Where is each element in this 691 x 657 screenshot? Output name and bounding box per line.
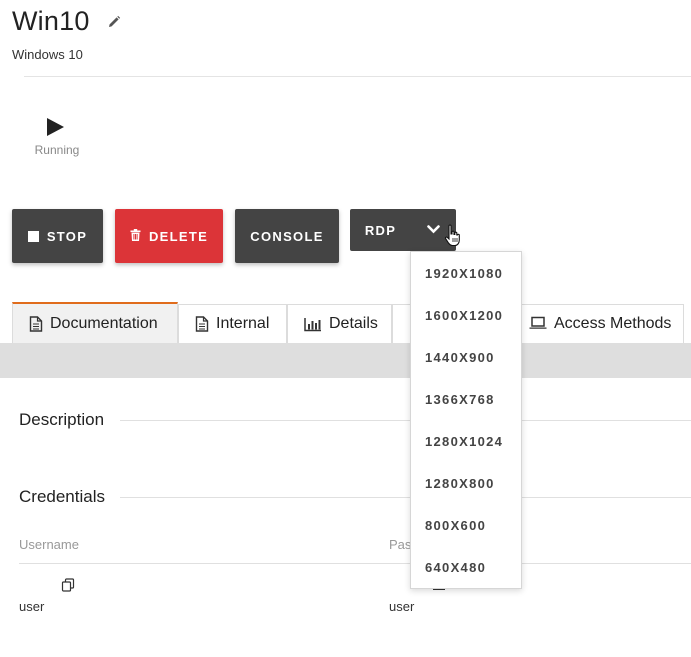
page-title: Win10 xyxy=(12,6,90,36)
page-subtitle: Windows 10 xyxy=(12,47,83,62)
play-icon xyxy=(47,118,64,136)
document-icon xyxy=(195,316,209,332)
stop-icon xyxy=(27,230,39,242)
laptop-icon xyxy=(529,316,547,332)
console-button[interactable]: CONSOLE xyxy=(235,209,339,263)
tab-access-methods[interactable]: Access Methods xyxy=(512,304,684,343)
credentials-header-divider xyxy=(19,563,691,564)
tab-internal[interactable]: Internal xyxy=(178,304,287,343)
rdp-resolution-menu: 1920X1080 1600X1200 1440X900 1366X768 12… xyxy=(410,251,522,589)
password-column-header: Pas xyxy=(389,537,412,552)
tab-access-methods-label: Access Methods xyxy=(554,315,672,332)
menu-item-1440x900[interactable]: 1440X900 xyxy=(411,336,521,378)
status-label: Running xyxy=(34,143,80,157)
rdp-button-label: RDP xyxy=(364,222,397,238)
copy-username-button[interactable] xyxy=(61,578,75,597)
menu-item-1280x1024[interactable]: 1280X1024 xyxy=(411,420,521,462)
stop-button-label: STOP xyxy=(46,228,88,244)
credentials-divider xyxy=(120,497,691,498)
tab-details[interactable]: Details xyxy=(287,304,392,343)
delete-button-label: DELETE xyxy=(148,228,209,244)
copy-icon xyxy=(61,578,75,596)
description-divider xyxy=(120,420,691,421)
tab-documentation-label: Documentation xyxy=(50,314,158,332)
description-title: Description xyxy=(19,410,117,430)
menu-item-1280x800[interactable]: 1280X800 xyxy=(411,462,521,504)
username-column-header: Username xyxy=(19,537,79,552)
menu-item-1920x1080[interactable]: 1920X1080 xyxy=(411,252,521,294)
bar-chart-icon xyxy=(304,316,322,332)
hand-cursor-icon xyxy=(444,224,462,253)
tab-internal-label: Internal xyxy=(216,315,270,332)
menu-item-800x600[interactable]: 800X600 xyxy=(411,504,521,546)
delete-button[interactable]: DELETE xyxy=(115,209,223,263)
document-icon xyxy=(29,315,43,332)
password-value: user xyxy=(389,599,415,614)
trash-icon xyxy=(130,228,141,244)
credentials-title: Credentials xyxy=(19,487,117,507)
username-value: user xyxy=(19,599,45,614)
rdp-button[interactable]: RDP xyxy=(350,209,411,251)
stop-button[interactable]: STOP xyxy=(12,209,103,263)
chevron-down-icon xyxy=(427,221,440,239)
menu-item-1366x768[interactable]: 1366X768 xyxy=(411,378,521,420)
tab-details-label: Details xyxy=(329,315,378,332)
tab-content-header xyxy=(0,343,691,378)
pencil-icon[interactable] xyxy=(107,15,121,29)
header-divider xyxy=(24,76,691,77)
menu-item-1600x1200[interactable]: 1600X1200 xyxy=(411,294,521,336)
menu-item-640x480[interactable]: 640X480 xyxy=(411,546,521,588)
console-button-label: CONSOLE xyxy=(250,228,324,244)
tab-documentation[interactable]: Documentation xyxy=(12,302,178,343)
